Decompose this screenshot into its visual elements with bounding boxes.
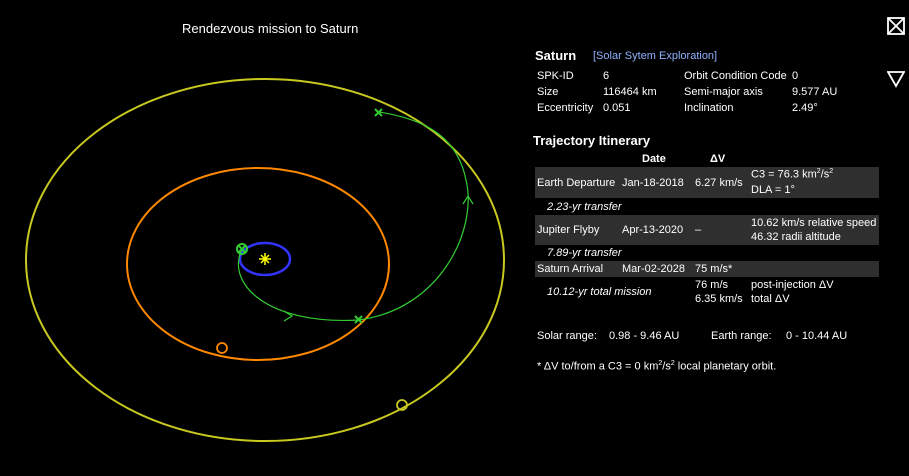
departure-dla: DLA = 1° (751, 184, 795, 196)
close-icon[interactable] (887, 17, 905, 35)
sma-label: Semi-major axis (684, 86, 763, 98)
collapse-icon[interactable] (887, 70, 905, 88)
spk-id-label: SPK-ID (537, 70, 574, 82)
transfer-1: 2.23-yr transfer (547, 201, 622, 213)
size-value: 116464 km (603, 86, 657, 98)
flyby-row: Jupiter Flyby Apr-13-2020 – 10.62 km/s r… (535, 215, 879, 245)
solar-system-exploration-link[interactable]: [Solar Sytem Exploration] (593, 50, 717, 62)
occ-value: 0 (792, 70, 799, 82)
transfer-2: 7.89-yr transfer (547, 247, 622, 259)
arrival-dv: 75 m/s* (695, 263, 733, 275)
post-injection-dv: 76 m/s (695, 279, 729, 291)
total-dv-label: total ΔV (751, 293, 790, 305)
flyby-dv: – (695, 224, 702, 236)
arrival-event: Saturn Arrival (537, 263, 604, 275)
footnote: * ΔV to/from a C3 = 0 km2/s2 local plane… (537, 360, 777, 373)
size-label: Size (537, 86, 559, 98)
total-mission: 10.12-yr total mission (547, 286, 652, 298)
post-injection-dv-label: post-injection ΔV (751, 279, 834, 291)
jupiter-orbit (126, 167, 390, 361)
flyby-date: Apr-13-2020 (622, 224, 684, 236)
date-column-header: Date (642, 153, 666, 165)
arrival-row: Saturn Arrival Mar-02-2028 75 m/s* (535, 261, 879, 277)
itinerary-title: Trajectory Itinerary (533, 133, 651, 148)
flyby-altitude: 46.32 radii altitude (751, 231, 841, 243)
solar-range-label: Solar range: (537, 330, 597, 342)
arrival-date: Mar-02-2028 (622, 263, 685, 275)
sun-icon (259, 253, 271, 265)
total-dv: 6.35 km/s (695, 293, 743, 305)
sma-value: 9.577 AU (792, 86, 838, 98)
solar-range-value: 0.98 - 9.46 AU (609, 330, 680, 342)
spk-id-value: 6 (603, 70, 610, 82)
planet-name: Saturn (535, 48, 577, 63)
eccentricity-value: 0.051 (603, 102, 631, 114)
departure-event: Earth Departure (537, 177, 616, 189)
departure-row: Earth Departure Jan-18-2018 6.27 km/s C3… (535, 167, 879, 198)
flyby-speed: 10.62 km/s relative speed (751, 217, 877, 229)
jupiter-position-icon (216, 342, 228, 354)
inclination-label: Inclination (684, 102, 734, 114)
departure-dv: 6.27 km/s (695, 177, 743, 189)
inclination-value: 2.49° (792, 102, 818, 114)
eccentricity-label: Eccentricity (537, 102, 594, 114)
departure-c3: C3 = 76.3 km2/s2 (751, 168, 834, 181)
dv-column-header: ΔV (710, 153, 726, 165)
departure-date: Jan-18-2018 (622, 177, 684, 189)
earth-range-value: 0 - 10.44 AU (786, 330, 848, 342)
flyby-event: Jupiter Flyby (537, 224, 600, 236)
occ-label: Orbit Condition Code (684, 70, 787, 82)
orbit-view[interactable] (0, 0, 530, 476)
transfer-trajectory (237, 111, 469, 322)
earth-range-label: Earth range: (711, 330, 772, 342)
